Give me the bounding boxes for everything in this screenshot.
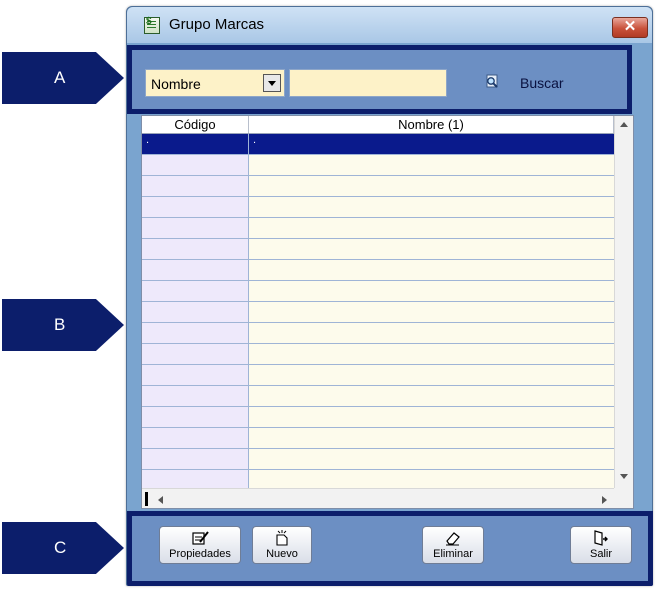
callout-a-label: A [54,68,66,87]
cell-nombre[interactable] [249,239,614,259]
propiedades-label: Propiedades [169,548,231,560]
grid-header: Código Nombre (1) [142,116,614,134]
eraser-icon [446,532,460,546]
cell-codigo[interactable] [142,323,249,343]
cell-nombre[interactable] [249,197,614,217]
propiedades-button[interactable]: Propiedades [159,526,241,564]
vertical-scrollbar[interactable] [614,116,633,488]
cell-codigo[interactable] [142,197,249,217]
cell-nombre[interactable] [249,386,614,406]
cell-codigo[interactable] [142,176,249,196]
cell-nombre[interactable] [249,344,614,364]
table-row[interactable] [142,449,614,470]
table-row[interactable] [142,197,614,218]
callout-b: B [2,299,124,351]
scrollbar-corner [614,488,633,508]
table-row[interactable] [142,239,614,260]
callout-a: A [2,52,124,104]
table-row[interactable] [142,218,614,239]
table-row[interactable] [142,176,614,197]
cell-codigo[interactable] [142,260,249,280]
field-select[interactable]: Nombre [145,69,285,97]
horizontal-scrollbar[interactable] [142,488,614,508]
app-icon [144,16,160,34]
cell-nombre[interactable]: . [249,134,614,154]
exit-icon [594,530,608,546]
title-bar[interactable]: Grupo Marcas ✕ [127,7,652,43]
cell-nombre[interactable] [249,407,614,427]
callout-b-label: B [54,315,66,334]
cell-nombre[interactable] [249,470,614,490]
grid-rows: .. [142,134,614,491]
marcas-grid[interactable]: Código Nombre (1) .. [141,115,634,509]
cell-nombre[interactable] [249,176,614,196]
cell-codigo[interactable]: . [142,134,249,154]
salir-button[interactable]: Salir [570,526,632,564]
cell-codigo[interactable] [142,155,249,175]
cell-codigo[interactable] [142,449,249,469]
scroll-position-mark [145,492,148,506]
cell-codigo[interactable] [142,365,249,385]
column-header-codigo[interactable]: Código [142,116,249,133]
nuevo-button[interactable]: Nuevo [252,526,312,564]
cell-nombre[interactable] [249,449,614,469]
new-icon [276,530,288,546]
cell-nombre[interactable] [249,218,614,238]
table-row[interactable] [142,281,614,302]
table-row[interactable]: .. [142,134,614,155]
scroll-right-icon[interactable] [602,496,607,504]
close-button[interactable]: ✕ [612,17,648,38]
table-row[interactable] [142,323,614,344]
dropdown-arrow-icon[interactable] [263,74,281,92]
properties-icon [192,531,209,545]
table-row[interactable] [142,155,614,176]
cell-codigo[interactable] [142,386,249,406]
scroll-left-icon[interactable] [158,496,163,504]
cell-nombre[interactable] [249,323,614,343]
scroll-up-icon[interactable] [620,122,628,127]
cell-codigo[interactable] [142,281,249,301]
cell-nombre[interactable] [249,428,614,448]
buscar-label: Buscar [520,75,564,91]
grupo-marcas-window: Grupo Marcas ✕ Nombre Buscar Código Nomb… [126,6,653,586]
table-row[interactable] [142,260,614,281]
cell-nombre[interactable] [249,365,614,385]
salir-label: Salir [589,548,612,560]
eliminar-label: Eliminar [433,548,473,560]
field-select-value: Nombre [151,76,201,92]
cell-nombre[interactable] [249,155,614,175]
table-row[interactable] [142,344,614,365]
table-row[interactable] [142,407,614,428]
cell-codigo[interactable] [142,470,249,490]
search-input[interactable] [289,69,447,97]
eliminar-button[interactable]: Eliminar [422,526,484,564]
cell-codigo[interactable] [142,239,249,259]
cell-nombre[interactable] [249,260,614,280]
cell-nombre[interactable] [249,302,614,322]
window-title: Grupo Marcas [169,16,265,33]
table-row[interactable] [142,365,614,386]
cell-codigo[interactable] [142,407,249,427]
table-row[interactable] [142,386,614,407]
search-panel: Nombre Buscar [127,45,632,114]
close-icon: ✕ [623,18,637,35]
cell-codigo[interactable] [142,344,249,364]
nuevo-label: Nuevo [266,548,298,560]
cell-codigo[interactable] [142,302,249,322]
table-row[interactable] [142,302,614,323]
callout-c: C [2,522,124,574]
buscar-button[interactable]: Buscar [484,72,574,94]
search-icon [486,74,498,88]
scroll-down-icon[interactable] [620,474,628,479]
cell-codigo[interactable] [142,218,249,238]
column-header-nombre[interactable]: Nombre (1) [249,116,614,133]
cell-codigo[interactable] [142,428,249,448]
cell-nombre[interactable] [249,281,614,301]
table-row[interactable] [142,428,614,449]
callout-c-label: C [54,538,67,557]
button-bar: Propiedades Nuevo Eliminar Salir [127,511,653,586]
